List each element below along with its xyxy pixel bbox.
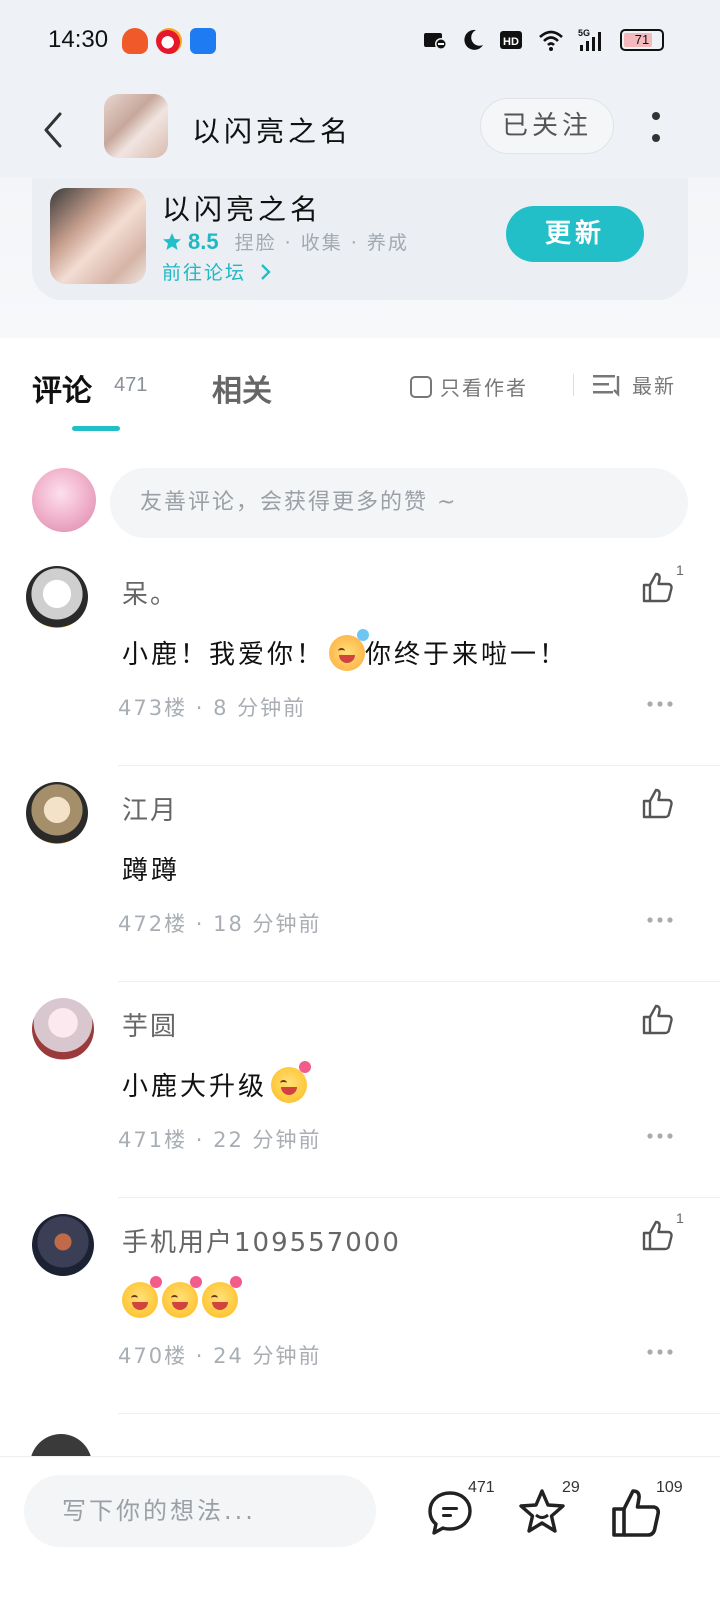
weibo-icon [156,28,182,54]
comment-item-partial [0,1412,720,1456]
comments-count: 471 [468,1479,495,1496]
wifi-icon [539,30,563,51]
tab-active-indicator [72,426,120,431]
like-count: 1 [676,1210,684,1226]
tab-related[interactable]: 相关 [212,366,272,410]
likes-count: 109 [656,1479,683,1496]
comment-meta: 470楼 · 24 分钟前 [118,1344,322,1368]
sort-toggle[interactable]: 最新 [592,370,676,399]
5g-signal-icon: 5G [578,28,601,51]
comment-text: 小鹿！我爱你！ 你终于来啦一！ [122,628,569,671]
comment-text-part: 小鹿大升级 [122,1072,268,1102]
star-icon [163,232,181,250]
hd-icon: HD [500,31,522,49]
notification-off-icon [424,33,447,50]
app-icon-blue [190,28,216,54]
more-horizontal-icon[interactable] [646,700,674,708]
thumbs-up-icon[interactable] [640,570,674,604]
rating-value: 8.5 [188,228,219,254]
svg-text:5G: 5G [578,28,590,38]
update-button[interactable]: 更新 [506,206,644,262]
svg-text:HD: HD [503,36,519,48]
comment-item: 芋圆 小鹿大升级 471楼 · 22 分钟前 [0,982,720,1198]
comment-username[interactable]: 江月 [122,790,178,827]
comment-item: 呆。 小鹿！我爱你！ 你终于来啦一！ 473楼 · 8 分钟前 1 [0,550,720,766]
author-only-checkbox[interactable] [410,375,432,398]
heart-eyes-emoji-icon [122,1276,162,1318]
tab-bar: 评论 471 相关 只看作者 最新 [0,338,720,438]
sort-icon [593,374,620,397]
bottom-bar: 写下你的想法... 471 29 109 [0,1456,720,1600]
comment-item: 江月 蹲蹲 472楼 · 18 分钟前 [0,766,720,982]
battery-icon: 71 [620,29,664,51]
avatar[interactable] [26,782,88,844]
avatar[interactable] [26,566,88,628]
comment-text [122,1276,242,1318]
crying-emoji-icon [329,628,370,671]
tab-comments[interactable]: 评论 [32,366,92,410]
favorites-count: 29 [562,1479,580,1496]
comment-text: 蹲蹲 [122,850,180,887]
chevron-right-icon [261,264,271,280]
comment-meta: 472楼 · 18 分钟前 [118,912,322,936]
comment-input[interactable]: 友善评论，会获得更多的赞 ~ [110,468,688,538]
app-icon-red [122,28,148,54]
thumbs-up-icon[interactable] [640,1002,674,1036]
header: 以闪亮之名 已关注 [0,84,720,178]
game-cover-image [50,188,146,284]
more-horizontal-icon[interactable] [646,916,674,924]
my-avatar[interactable] [32,468,96,532]
more-vertical-icon[interactable] [650,106,662,150]
comment-username[interactable]: 芋圆 [122,1006,178,1043]
more-horizontal-icon[interactable] [646,1348,674,1356]
comment-item: 手机用户109557000 470楼 · 24 分钟前 1 [0,1198,720,1414]
thoughts-input[interactable]: 写下你的想法... [24,1475,376,1547]
moon-icon [464,29,483,50]
author-only-toggle[interactable]: 只看作者 [410,372,528,401]
like-count: 1 [676,562,684,578]
divider [573,374,574,396]
comment-meta: 471楼 · 22 分钟前 [118,1128,322,1152]
back-icon[interactable] [38,108,70,152]
heart-eyes-emoji-icon [271,1060,312,1103]
header-title: 以闪亮之名 [192,115,353,148]
comment-username[interactable]: 呆。 [122,574,178,611]
game-tags: 捏脸 · 收集 · 养成 [234,232,409,254]
author-only-label: 只看作者 [440,376,528,400]
avatar[interactable] [30,1434,92,1456]
status-bar: 14:30 HD 5G 71 [0,0,720,84]
heart-eyes-emoji-icon [202,1276,242,1318]
game-rating: 8.5 捏脸 · 收集 · 养成 [162,228,409,255]
avatar[interactable] [32,1214,94,1276]
game-title: 以闪亮之名 [162,193,323,226]
more-horizontal-icon[interactable] [646,1132,674,1140]
comment-text: 小鹿大升级 [122,1060,312,1103]
tab-comments-count: 471 [114,374,148,396]
status-time: 14:30 [48,26,109,53]
comment-input-row: 友善评论，会获得更多的赞 ~ [0,466,720,546]
forum-link[interactable]: 前往论坛 [162,258,272,285]
forum-link-label: 前往论坛 [162,262,247,284]
sort-label: 最新 [632,374,676,398]
comment-text-part: 蹲蹲 [122,856,181,886]
thumbs-up-icon[interactable] [640,1218,674,1252]
heart-eyes-emoji-icon [162,1276,202,1318]
thumbs-up-icon[interactable] [640,786,674,820]
comment-text-part: 你终于来啦一！ [365,640,569,670]
game-avatar[interactable] [104,94,168,158]
comment-text-part: 小鹿！我爱你！ [122,640,326,670]
avatar[interactable] [32,998,94,1060]
follow-button[interactable]: 已关注 [480,98,614,154]
game-card[interactable]: 以闪亮之名 8.5 捏脸 · 收集 · 养成 前往论坛 更新 [32,178,688,300]
game-card-section: 以闪亮之名 8.5 捏脸 · 收集 · 养成 前往论坛 更新 [0,178,720,338]
comment-username[interactable]: 手机用户109557000 [122,1222,401,1259]
comment-meta: 473楼 · 8 分钟前 [118,696,307,720]
